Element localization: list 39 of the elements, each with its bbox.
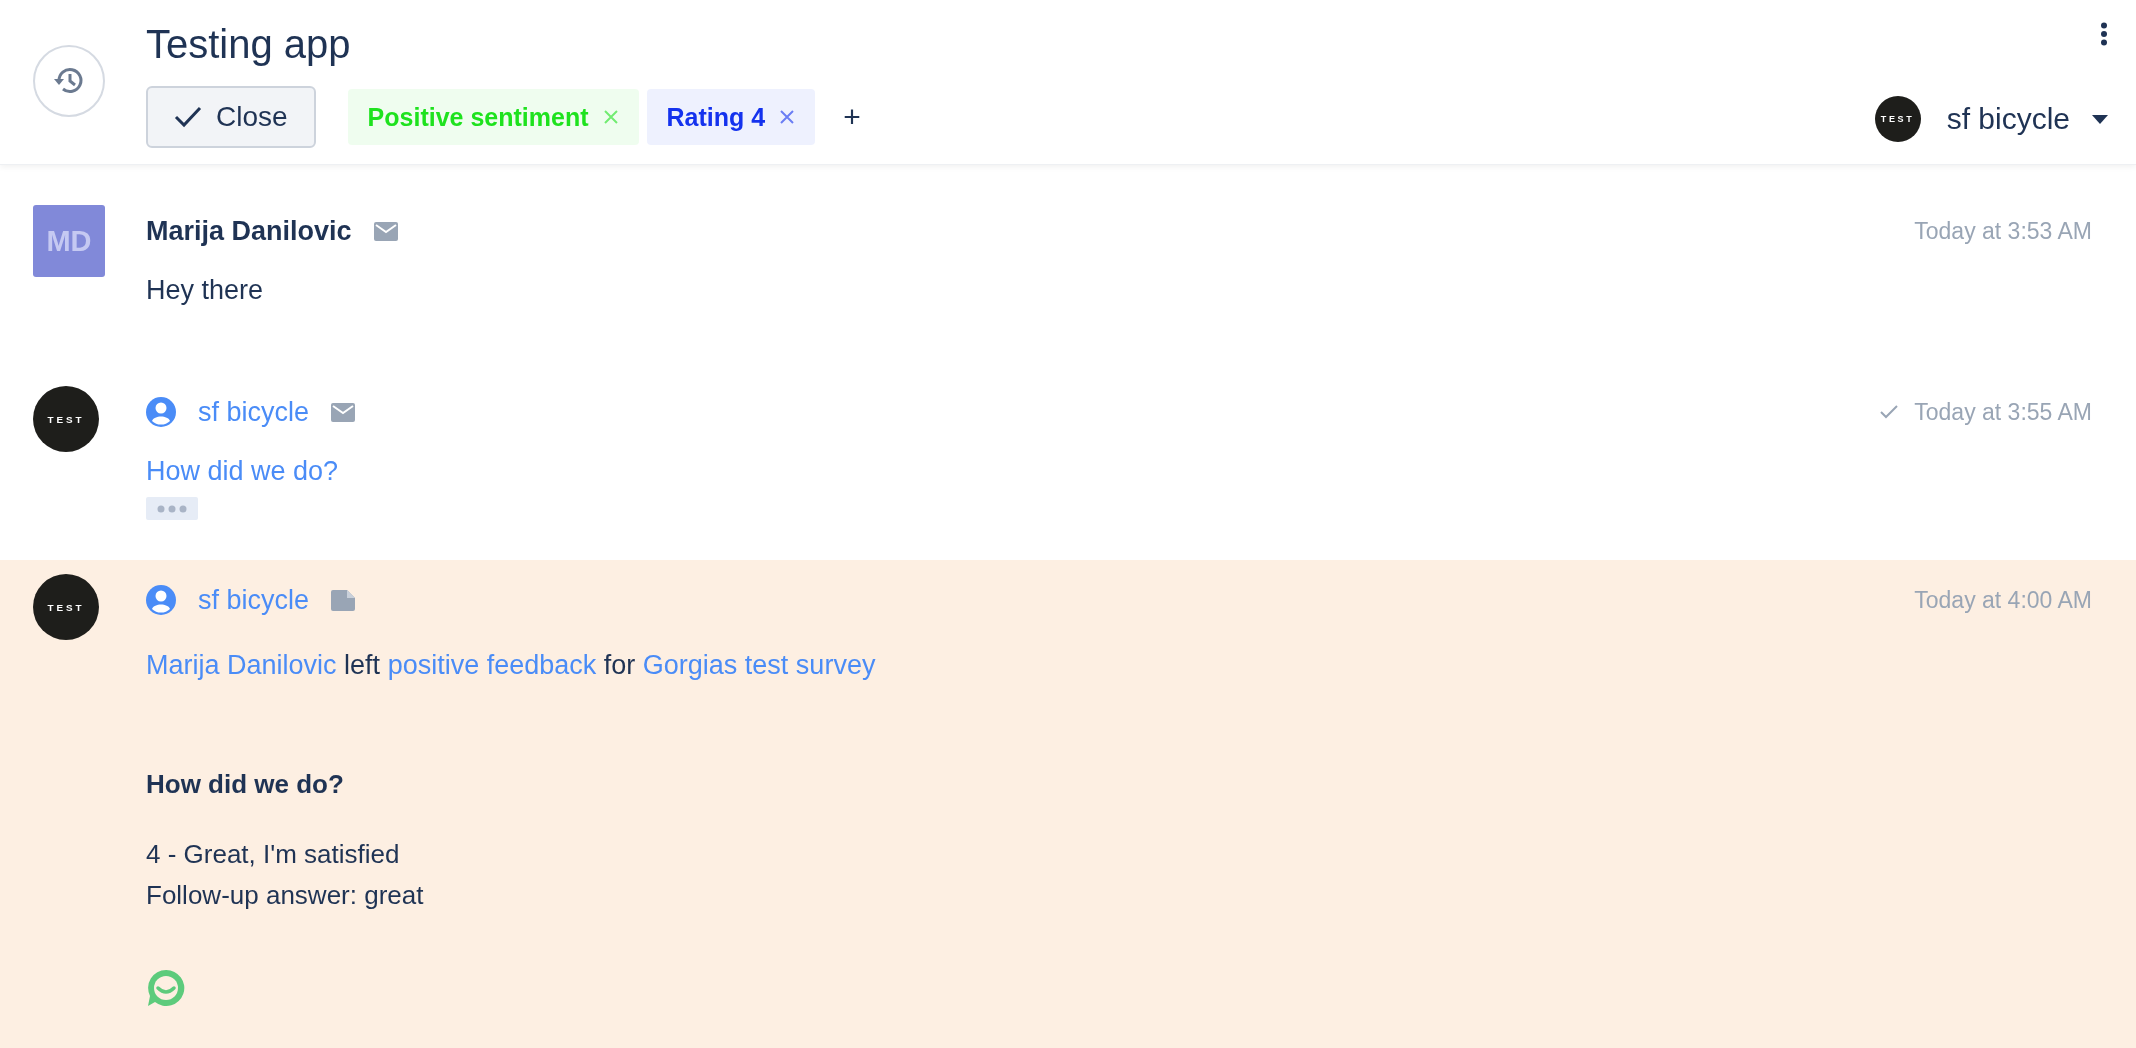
tag[interactable]: Rating 4 <box>646 89 816 145</box>
survey-question: How did we do? <box>146 769 345 800</box>
timestamp: Today at 3:55 AM <box>1914 398 2092 426</box>
feedback-sentence: Marija Danilovic left positive feedback for Gorgias test survey <box>146 650 877 681</box>
chat-bubble-icon <box>146 968 186 1008</box>
user-icon <box>146 585 176 615</box>
add-tag-button[interactable]: + <box>837 100 867 134</box>
close-button[interactable]: Close <box>146 86 316 148</box>
author-name[interactable]: sf bicycle <box>198 584 310 616</box>
check-icon <box>1880 405 1899 419</box>
survey-answer: Follow-up answer: great <box>146 879 425 912</box>
message-text: Hey there <box>146 275 265 306</box>
ellipsis-chip[interactable] <box>146 497 198 520</box>
caret-icon <box>2092 114 2108 124</box>
text-link[interactable]: positive feedback <box>387 650 597 680</box>
note-icon <box>331 589 356 611</box>
user-icon <box>146 397 176 427</box>
message-text: How did we do? <box>146 456 340 487</box>
author-name[interactable]: sf bicycle <box>198 396 310 428</box>
logo-avatar: TEST <box>33 386 99 452</box>
survey-answer: 4 - Great, I'm satisfied <box>146 838 401 871</box>
ticket-title: Testing app <box>146 21 352 68</box>
mail-icon <box>331 402 356 422</box>
tag[interactable]: Positive sentiment <box>347 89 639 145</box>
checkmark-icon <box>174 106 202 128</box>
author-name: Marija Danilovic <box>146 215 352 247</box>
initials-avatar: MD <box>33 205 105 277</box>
remove-icon[interactable] <box>779 109 796 125</box>
timestamp: Today at 3:53 AM <box>1914 217 2092 245</box>
ellipsis-icon <box>157 504 187 513</box>
account-selector[interactable]: TEST sf bicycle <box>1874 96 2108 142</box>
history-icon <box>53 66 85 96</box>
mail-icon <box>373 221 398 241</box>
logo-avatar: TEST <box>33 574 99 640</box>
more-options-icon[interactable] <box>2100 22 2108 46</box>
text-link[interactable]: Gorgias test survey <box>642 650 876 680</box>
account-logo: TEST <box>1874 96 1921 142</box>
text-link[interactable]: Marija Danilovic <box>146 650 337 680</box>
timestamp: Today at 4:00 AM <box>1914 586 2092 614</box>
